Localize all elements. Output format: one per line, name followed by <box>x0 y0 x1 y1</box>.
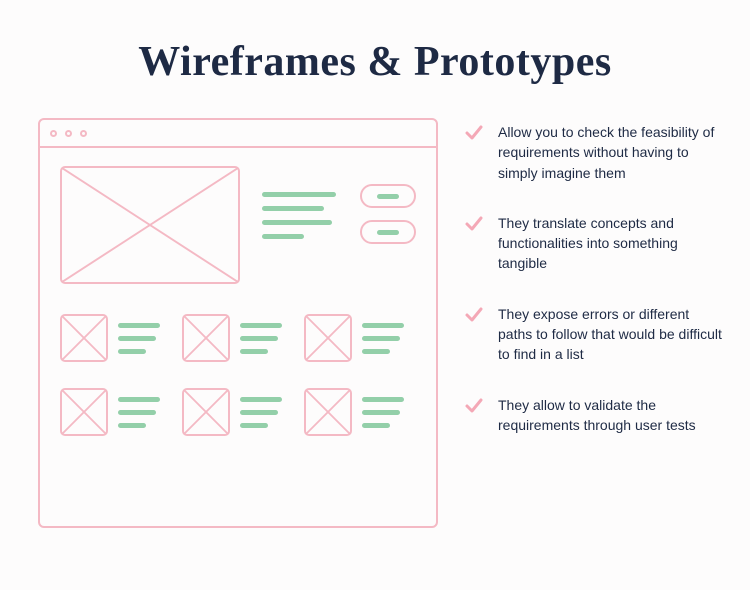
image-placeholder <box>60 388 108 436</box>
text-lines <box>262 166 336 239</box>
bullet-item: They expose errors or different paths to… <box>464 304 722 365</box>
hero-row <box>60 166 416 284</box>
card <box>182 314 282 362</box>
text-line <box>240 336 278 341</box>
card-grid <box>60 314 416 436</box>
bullet-text: They allow to validate the requirements … <box>498 395 722 436</box>
text-line <box>118 423 146 428</box>
text-line <box>262 234 304 239</box>
text-lines <box>118 323 160 354</box>
text-line <box>362 349 390 354</box>
window-dot <box>65 130 72 137</box>
bullet-item: They allow to validate the requirements … <box>464 395 722 436</box>
text-line <box>362 397 404 402</box>
text-lines <box>362 397 404 428</box>
card <box>60 314 160 362</box>
text-line <box>362 323 404 328</box>
text-line <box>262 192 336 197</box>
text-lines <box>240 397 282 428</box>
text-line <box>377 230 399 235</box>
text-lines <box>240 323 282 354</box>
text-line <box>362 336 400 341</box>
bullet-text: Allow you to check the feasibility of re… <box>498 122 722 183</box>
text-line <box>240 410 278 415</box>
card <box>304 388 404 436</box>
bullet-text: They translate concepts and functionalit… <box>498 213 722 274</box>
text-line <box>362 423 390 428</box>
text-line <box>118 323 160 328</box>
text-line <box>362 410 400 415</box>
text-lines <box>118 397 160 428</box>
image-placeholder <box>182 388 230 436</box>
text-line <box>118 397 160 402</box>
text-lines <box>362 323 404 354</box>
bullet-item: They translate concepts and functionalit… <box>464 213 722 274</box>
text-line <box>240 323 282 328</box>
card-row <box>60 314 416 362</box>
text-line <box>262 206 324 211</box>
text-line <box>240 423 268 428</box>
card <box>60 388 160 436</box>
button-column <box>360 166 416 244</box>
check-icon <box>464 305 484 325</box>
text-line <box>118 410 156 415</box>
image-placeholder <box>60 166 240 284</box>
card-row <box>60 388 416 436</box>
bullet-text: They expose errors or different paths to… <box>498 304 722 365</box>
wireframe-body <box>40 148 436 526</box>
check-icon <box>464 214 484 234</box>
window-dot <box>50 130 57 137</box>
bullet-item: Allow you to check the feasibility of re… <box>464 122 722 183</box>
text-line <box>118 336 156 341</box>
card <box>304 314 404 362</box>
content-area: Allow you to check the feasibility of re… <box>0 86 750 528</box>
image-placeholder <box>60 314 108 362</box>
check-icon <box>464 123 484 143</box>
card <box>182 388 282 436</box>
check-icon <box>464 396 484 416</box>
text-line <box>240 397 282 402</box>
image-placeholder <box>304 314 352 362</box>
text-line <box>240 349 268 354</box>
window-dot <box>80 130 87 137</box>
text-line <box>262 220 332 225</box>
button-placeholder <box>360 220 416 244</box>
image-placeholder <box>182 314 230 362</box>
wireframe-illustration <box>38 118 438 528</box>
button-placeholder <box>360 184 416 208</box>
bullet-list: Allow you to check the feasibility of re… <box>464 118 722 528</box>
image-placeholder <box>304 388 352 436</box>
window-titlebar <box>40 120 436 148</box>
text-line <box>118 349 146 354</box>
page-title: Wireframes & Prototypes <box>0 0 750 86</box>
text-line <box>377 194 399 199</box>
